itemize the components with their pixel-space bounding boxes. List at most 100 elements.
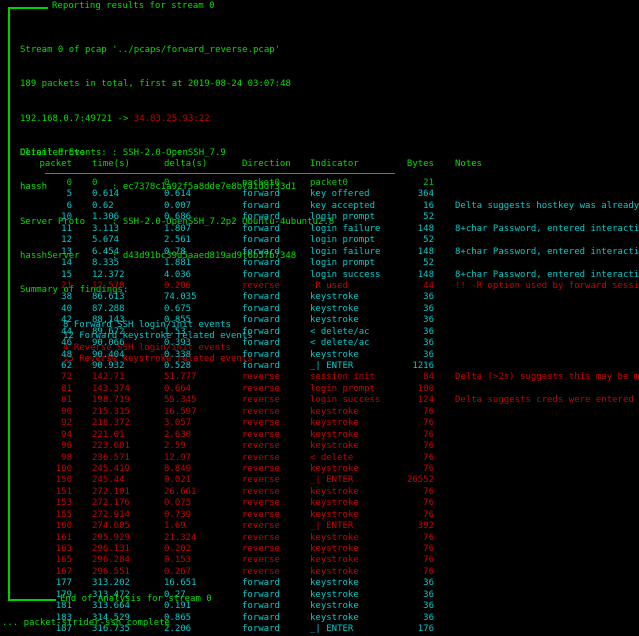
table-row: 46 90.066 0.393 forward < delete/ac 36 [20,338,639,349]
cell-bytes: 36 [423,303,434,314]
cell-time: 221.01 [92,429,125,440]
cell-bytes: 44 [423,280,434,291]
cell-bytes: 36 [423,589,434,600]
cell-time: 143.374 [92,383,130,394]
cell-delta: 74.035 [164,292,197,303]
cell-delta: 0.007 [164,200,192,211]
cell-indicator: login prompt [310,235,376,246]
cell-bytes: 76 [423,544,434,554]
cell-delta: 16.651 [164,578,197,589]
cell-direction: reverse [242,280,280,291]
table-row: 151 272.101 26.661 reverse keystroke 76 [20,487,639,498]
terminal-output: Reporting results for stream 0 Stream 0 … [0,0,639,635]
cell-bytes: 36 [423,349,434,360]
cell-direction: forward [242,292,280,303]
cell-time: 12.372 [92,269,125,280]
cell-packet: 72 [61,372,72,383]
table-row: 42 88.143 0.855 forward keystroke 36 [20,315,639,326]
table-row: 163 296.131 0.202 reverse keystroke 76 [20,544,639,555]
cell-bytes: 76 [423,429,434,440]
cell-bytes: 36 [423,315,434,326]
destination-endpoint: 34.83.25.93:22 [133,113,210,124]
events-table-header: packet time(s) delta(s) Direction Indicator B… [20,159,482,170]
cell-indicator: _| ENTER [310,475,354,486]
cell-packet: 155 [55,509,72,520]
cell-indicator: login success [310,395,381,406]
cell-packet: 160 [55,521,72,532]
cell-delta: 0.528 [164,361,192,371]
report-footer-title: End of Analysis for stream 0 [60,594,212,604]
cell-direction: reverse [242,509,280,520]
table-row: 21 12.578 0.206 reverse -R used 44 !! -R optio… [20,281,639,292]
cell-delta: 2.59 [164,441,186,452]
table-row: 11 3.113 1.807 forward login failure 148 8+cha… [20,224,639,235]
cell-bytes: 76 [423,566,434,577]
cell-direction: forward [242,200,280,211]
table-row: 44 89.672 1.53 forward < delete/ac 36 [20,327,639,338]
table-row: 177 313.202 16.651 forward keystroke 36 [20,578,639,589]
cell-delta: 26.661 [164,486,197,497]
cell-bytes: 76 [423,486,434,497]
cell-time: 90.404 [92,349,125,360]
cell-packet: 40 [61,303,72,314]
cell-direction: reverse [242,463,280,474]
completion-line: ... packet-strider-ssh complete [2,618,170,628]
cell-direction: forward [242,326,280,337]
cell-packet: 96 [61,441,72,452]
cell-indicator: keystroke [310,498,359,509]
cell-packet: 153 [55,498,72,509]
cell-time: 0 [92,178,98,188]
cell-time: 223.601 [92,441,130,452]
cell-indicator: keystroke [310,566,359,577]
cell-bytes: 52 [423,235,434,246]
cell-bytes: 16 [423,200,434,211]
cell-indicator: keystroke [310,418,359,429]
cell-indicator: keystroke [310,441,359,452]
table-row: 150 245.44 0.021 reverse _| ENTER 26552 [20,475,639,486]
cell-direction: reverse [242,532,280,543]
table-row: 96 223.601 2.59 reverse keystroke 76 [20,441,639,452]
table-row: 81 143.374 0.664 reverse login prompt 100 [20,384,639,395]
cell-bytes: 1216 [412,361,434,371]
cell-indicator: keystroke [310,544,359,554]
cell-indicator: keystroke [310,406,359,417]
header-delta: delta(s) [164,159,208,169]
cell-packet: 46 [61,338,72,349]
cell-indicator: keystroke [310,292,359,303]
cell-direction: forward [242,578,280,589]
cell-indicator: keystroke [310,315,359,326]
cell-packet: 161 [55,532,72,543]
cell-delta: 0.338 [164,349,192,360]
cell-packet: 177 [55,578,72,589]
cell-packet: 38 [61,292,72,303]
cell-direction: reverse [242,498,280,509]
cell-indicator: keystroke [310,303,359,314]
cell-time: 3.113 [92,223,120,234]
frame-top-arm [8,7,48,9]
cell-direction: forward [242,269,280,280]
cell-indicator: keystroke [310,509,359,520]
cell-indicator: session init [310,372,376,383]
cell-notes: Delta (>2s) suggests this may be manual,… [455,372,639,383]
cell-direction: forward [242,235,280,246]
cell-indicator: keystroke [310,463,359,474]
cell-delta: 0.675 [164,303,192,314]
cell-time: 245.44 [92,475,125,486]
cell-bytes: 36 [423,601,434,612]
cell-indicator: _| ENTER [310,624,354,635]
cell-direction: reverse [242,418,280,429]
cell-delta: 21.324 [164,532,197,543]
cell-indicator: keystroke [310,555,359,566]
table-row: 15 12.372 4.036 forward login success 148 8+ch… [20,270,639,281]
header-direction: Direction [242,159,291,169]
cell-packet: 81 [61,383,72,394]
cell-delta: 0.393 [164,338,192,349]
cell-delta: 2.561 [164,235,192,246]
cell-delta: 51.777 [164,372,197,383]
cell-time: 88.143 [92,315,125,326]
cell-packet: 151 [55,486,72,497]
table-row: 10 1.306 0.686 forward login prompt 52 [20,212,639,223]
cell-indicator: key accepted [310,200,376,211]
cell-time: 90.932 [92,361,125,371]
cell-time: 89.672 [92,326,125,337]
